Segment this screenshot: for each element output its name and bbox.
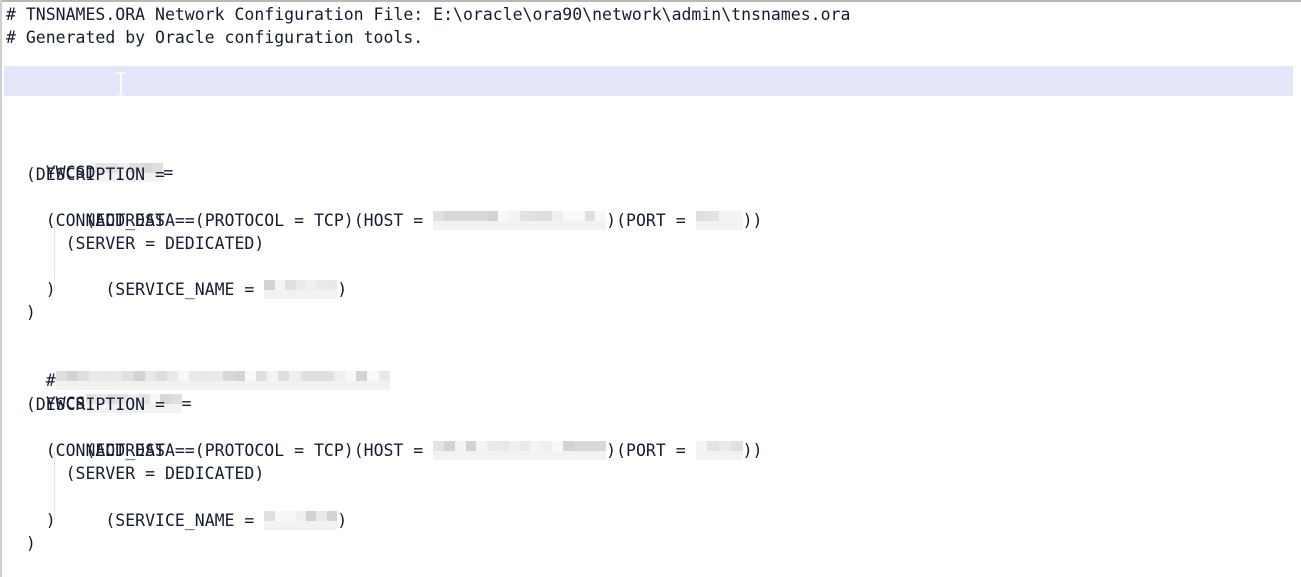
alias-2-name-line: YWCS = [6,369,191,413]
header-generated-comment: # Generated by Oracle configuration tool… [6,28,424,47]
alias-1-description-close: ) [6,303,36,322]
text-ibeam-cursor [116,71,125,96]
redaction-alias-1-port [695,211,743,230]
alias-1-description-open: (DESCRIPTION = [6,165,165,184]
redaction-alias-1-service-name [264,280,338,299]
alias-1-service-name-suffix: ) [337,280,348,299]
alias-2-connect-data-open: (CONNECT_DATA = [6,441,195,460]
alias-1-server-line: (SERVER = DEDICATED) [6,234,265,253]
alias-1-address-line: (ADDRESS = (PROTOCOL = TCP)(HOST = )(POR… [6,186,762,230]
ibeam-bottom-cap [116,93,125,95]
viewer-left-border [0,0,2,577]
alias-2-address-middle: )(PORT = [606,441,696,460]
alias-2-service-name-prefix: (SERVICE_NAME = [45,511,265,530]
alias-2-server-line: (SERVER = DEDICATED) [6,464,265,483]
header-path-comment: # TNSNAMES.ORA Network Configuration Fil… [6,5,851,24]
alias-1-address-suffix: )) [742,211,763,230]
code-viewer[interactable]: # TNSNAMES.ORA Network Configuration Fil… [0,0,1301,577]
alias-1-name-line: YWCSD = [6,138,173,182]
alias-1-connect-data-open: (CONNECT_DATA = [6,211,195,230]
indent-guide-block-2 [54,452,56,520]
alias-1-service-name-prefix: (SERVICE_NAME = [45,280,265,299]
indent-guide-block-1 [54,222,56,290]
alias-1-service-name-line: (SERVICE_NAME = ) [6,255,347,299]
redaction-alias-1-host [433,211,607,230]
alias-2-address-line: (ADDRESS = (PROTOCOL = TCP)(HOST = )(POR… [6,416,762,460]
redaction-alias-2-service-name [264,511,338,530]
alias-2-service-name-line: (SERVICE_NAME = ) [6,486,347,530]
alias-2-description-close: ) [6,534,36,553]
alias-1-connect-data-close: ) [6,280,56,299]
redacted-comment-line: # [6,346,390,390]
alias-2-connect-data-close: ) [6,511,56,530]
alias-2-name-suffix: = [181,394,192,413]
alias-2-description-open: (DESCRIPTION = [6,395,165,414]
redaction-alias-2-host [433,441,607,460]
ibeam-stem [120,73,122,94]
redaction-alias-2-port [695,441,743,460]
highlighted-blank-line[interactable] [4,66,1293,96]
alias-2-service-name-suffix: ) [337,511,348,530]
viewer-top-border [0,0,1301,2]
alias-2-address-suffix: )) [742,441,763,460]
alias-1-address-middle: )(PORT = [606,211,696,230]
